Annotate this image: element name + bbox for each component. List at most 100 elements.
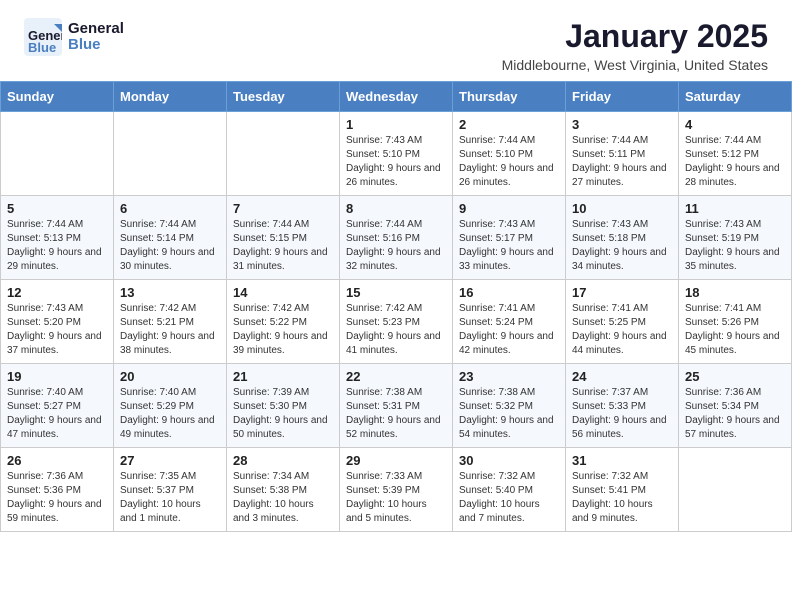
calendar-cell: 19Sunrise: 7:40 AM Sunset: 5:27 PM Dayli… bbox=[1, 364, 114, 448]
day-info: Sunrise: 7:34 AM Sunset: 5:38 PM Dayligh… bbox=[233, 470, 333, 526]
calendar-cell: 1Sunrise: 7:43 AM Sunset: 5:10 PM Daylig… bbox=[340, 112, 453, 196]
svg-text:Blue: Blue bbox=[28, 40, 56, 55]
calendar-week-row: 1Sunrise: 7:43 AM Sunset: 5:10 PM Daylig… bbox=[1, 112, 792, 196]
logo-general-text: General bbox=[68, 21, 124, 38]
day-info: Sunrise: 7:43 AM Sunset: 5:18 PM Dayligh… bbox=[572, 218, 672, 274]
calendar-cell: 20 Sunrise: 7:40 AM Sunset: 5:29 PM Dayli… bbox=[114, 364, 227, 448]
calendar-cell: 28 Sunrise: 7:34 AM Sunset: 5:38 PM Dayli… bbox=[227, 448, 340, 532]
calendar-week-row: 12 Sunrise: 7:43 AM Sunset: 5:20 PM Dayli… bbox=[1, 280, 792, 364]
weekday-header-monday: Monday bbox=[114, 82, 227, 112]
day-info: Sunrise: 7:42 AM Sunset: 5:21 PM Dayligh… bbox=[120, 302, 220, 358]
day-info: Sunrise: 7:44 AM Sunset: 5:13 PM Dayligh… bbox=[7, 218, 107, 274]
calendar-cell: 11 Sunrise: 7:43 AM Sunset: 5:19 PM Dayli… bbox=[679, 196, 792, 280]
day-number: 3 bbox=[572, 117, 672, 132]
calendar-cell: 6 Sunrise: 7:44 AM Sunset: 5:14 PM Daylig… bbox=[114, 196, 227, 280]
calendar-cell: 3Sunrise: 7:44 AM Sunset: 5:11 PM Daylig… bbox=[566, 112, 679, 196]
day-info: Sunrise: 7:43 AM Sunset: 5:17 PM Dayligh… bbox=[459, 218, 559, 274]
day-info: Sunrise: 7:36 AM Sunset: 5:34 PM Dayligh… bbox=[685, 386, 785, 442]
day-number: 6 bbox=[120, 201, 220, 216]
calendar-cell: 4Sunrise: 7:44 AM Sunset: 5:12 PM Daylig… bbox=[679, 112, 792, 196]
day-info: Sunrise: 7:36 AM Sunset: 5:36 PM Dayligh… bbox=[7, 470, 107, 526]
day-number: 17 bbox=[572, 285, 672, 300]
calendar-cell: 8Sunrise: 7:44 AM Sunset: 5:16 PM Daylig… bbox=[340, 196, 453, 280]
day-number: 20 bbox=[120, 369, 220, 384]
day-info: Sunrise: 7:44 AM Sunset: 5:15 PM Dayligh… bbox=[233, 218, 333, 274]
day-number: 28 bbox=[233, 453, 333, 468]
day-info: Sunrise: 7:42 AM Sunset: 5:23 PM Dayligh… bbox=[346, 302, 446, 358]
title-block: January 2025 Middlebourne, West Virginia… bbox=[502, 18, 768, 73]
calendar-cell: 2 Sunrise: 7:44 AM Sunset: 5:10 PM Daylig… bbox=[453, 112, 566, 196]
day-info: Sunrise: 7:32 AM Sunset: 5:41 PM Dayligh… bbox=[572, 470, 672, 526]
weekday-header-friday: Friday bbox=[566, 82, 679, 112]
day-info: Sunrise: 7:33 AM Sunset: 5:39 PM Dayligh… bbox=[346, 470, 446, 526]
day-number: 25 bbox=[685, 369, 785, 384]
calendar-table: SundayMondayTuesdayWednesdayThursdayFrid… bbox=[0, 81, 792, 532]
weekday-header-wednesday: Wednesday bbox=[340, 82, 453, 112]
day-number: 15 bbox=[346, 285, 446, 300]
day-info: Sunrise: 7:44 AM Sunset: 5:14 PM Dayligh… bbox=[120, 218, 220, 274]
day-number: 12 bbox=[7, 285, 107, 300]
month-year-title: January 2025 bbox=[502, 18, 768, 55]
day-info: Sunrise: 7:41 AM Sunset: 5:26 PM Dayligh… bbox=[685, 302, 785, 358]
calendar-cell: 10 Sunrise: 7:43 AM Sunset: 5:18 PM Dayli… bbox=[566, 196, 679, 280]
day-info: Sunrise: 7:32 AM Sunset: 5:40 PM Dayligh… bbox=[459, 470, 559, 526]
calendar-cell: 9 Sunrise: 7:43 AM Sunset: 5:17 PM Daylig… bbox=[453, 196, 566, 280]
day-number: 29 bbox=[346, 453, 446, 468]
day-number: 10 bbox=[572, 201, 672, 216]
calendar-week-row: 26Sunrise: 7:36 AM Sunset: 5:36 PM Dayli… bbox=[1, 448, 792, 532]
calendar-cell: 5 Sunrise: 7:44 AM Sunset: 5:13 PM Daylig… bbox=[1, 196, 114, 280]
day-number: 21 bbox=[233, 369, 333, 384]
calendar-cell bbox=[114, 112, 227, 196]
calendar-cell: 26Sunrise: 7:36 AM Sunset: 5:36 PM Dayli… bbox=[1, 448, 114, 532]
day-info: Sunrise: 7:42 AM Sunset: 5:22 PM Dayligh… bbox=[233, 302, 333, 358]
calendar-cell: 22Sunrise: 7:38 AM Sunset: 5:31 PM Dayli… bbox=[340, 364, 453, 448]
calendar-cell: 17 Sunrise: 7:41 AM Sunset: 5:25 PM Dayli… bbox=[566, 280, 679, 364]
day-number: 24 bbox=[572, 369, 672, 384]
day-info: Sunrise: 7:38 AM Sunset: 5:32 PM Dayligh… bbox=[459, 386, 559, 442]
day-info: Sunrise: 7:43 AM Sunset: 5:20 PM Dayligh… bbox=[7, 302, 107, 358]
day-info: Sunrise: 7:40 AM Sunset: 5:29 PM Dayligh… bbox=[120, 386, 220, 442]
location-subtitle: Middlebourne, West Virginia, United Stat… bbox=[502, 57, 768, 73]
calendar-cell: 27 Sunrise: 7:35 AM Sunset: 5:37 PM Dayli… bbox=[114, 448, 227, 532]
calendar-cell bbox=[227, 112, 340, 196]
calendar-cell: 13Sunrise: 7:42 AM Sunset: 5:21 PM Dayli… bbox=[114, 280, 227, 364]
day-number: 4 bbox=[685, 117, 785, 132]
calendar-cell: 18 Sunrise: 7:41 AM Sunset: 5:26 PM Dayli… bbox=[679, 280, 792, 364]
day-number: 19 bbox=[7, 369, 107, 384]
calendar-cell: 16Sunrise: 7:41 AM Sunset: 5:24 PM Dayli… bbox=[453, 280, 566, 364]
calendar-cell: 7 Sunrise: 7:44 AM Sunset: 5:15 PM Daylig… bbox=[227, 196, 340, 280]
weekday-header-sunday: Sunday bbox=[1, 82, 114, 112]
calendar-cell bbox=[679, 448, 792, 532]
day-number: 8 bbox=[346, 201, 446, 216]
weekday-header-tuesday: Tuesday bbox=[227, 82, 340, 112]
calendar-cell: 21 Sunrise: 7:39 AM Sunset: 5:30 PM Dayli… bbox=[227, 364, 340, 448]
calendar-cell: 14Sunrise: 7:42 AM Sunset: 5:22 PM Dayli… bbox=[227, 280, 340, 364]
calendar-cell: 23 Sunrise: 7:38 AM Sunset: 5:32 PM Dayli… bbox=[453, 364, 566, 448]
calendar-cell: 31 Sunrise: 7:32 AM Sunset: 5:41 PM Dayli… bbox=[566, 448, 679, 532]
day-number: 31 bbox=[572, 453, 672, 468]
day-info: Sunrise: 7:43 AM Sunset: 5:19 PM Dayligh… bbox=[685, 218, 785, 274]
calendar-cell: 12 Sunrise: 7:43 AM Sunset: 5:20 PM Dayli… bbox=[1, 280, 114, 364]
day-number: 11 bbox=[685, 201, 785, 216]
day-number: 18 bbox=[685, 285, 785, 300]
day-number: 9 bbox=[459, 201, 559, 216]
day-number: 5 bbox=[7, 201, 107, 216]
day-info: Sunrise: 7:39 AM Sunset: 5:30 PM Dayligh… bbox=[233, 386, 333, 442]
logo-blue-text: Blue bbox=[68, 37, 124, 54]
day-info: Sunrise: 7:35 AM Sunset: 5:37 PM Dayligh… bbox=[120, 470, 220, 526]
calendar-cell: 29 Sunrise: 7:33 AM Sunset: 5:39 PM Dayli… bbox=[340, 448, 453, 532]
day-number: 1 bbox=[346, 117, 446, 132]
day-number: 27 bbox=[120, 453, 220, 468]
day-number: 16 bbox=[459, 285, 559, 300]
day-number: 2 bbox=[459, 117, 559, 132]
day-number: 7 bbox=[233, 201, 333, 216]
day-number: 23 bbox=[459, 369, 559, 384]
calendar-week-row: 19Sunrise: 7:40 AM Sunset: 5:27 PM Dayli… bbox=[1, 364, 792, 448]
day-info: Sunrise: 7:44 AM Sunset: 5:10 PM Dayligh… bbox=[459, 134, 559, 190]
calendar-cell: 25 Sunrise: 7:36 AM Sunset: 5:34 PM Dayli… bbox=[679, 364, 792, 448]
weekday-header-saturday: Saturday bbox=[679, 82, 792, 112]
calendar-week-row: 5 Sunrise: 7:44 AM Sunset: 5:13 PM Daylig… bbox=[1, 196, 792, 280]
day-info: Sunrise: 7:38 AM Sunset: 5:31 PM Dayligh… bbox=[346, 386, 446, 442]
day-info: Sunrise: 7:41 AM Sunset: 5:25 PM Dayligh… bbox=[572, 302, 672, 358]
calendar-cell: 24Sunrise: 7:37 AM Sunset: 5:33 PM Dayli… bbox=[566, 364, 679, 448]
